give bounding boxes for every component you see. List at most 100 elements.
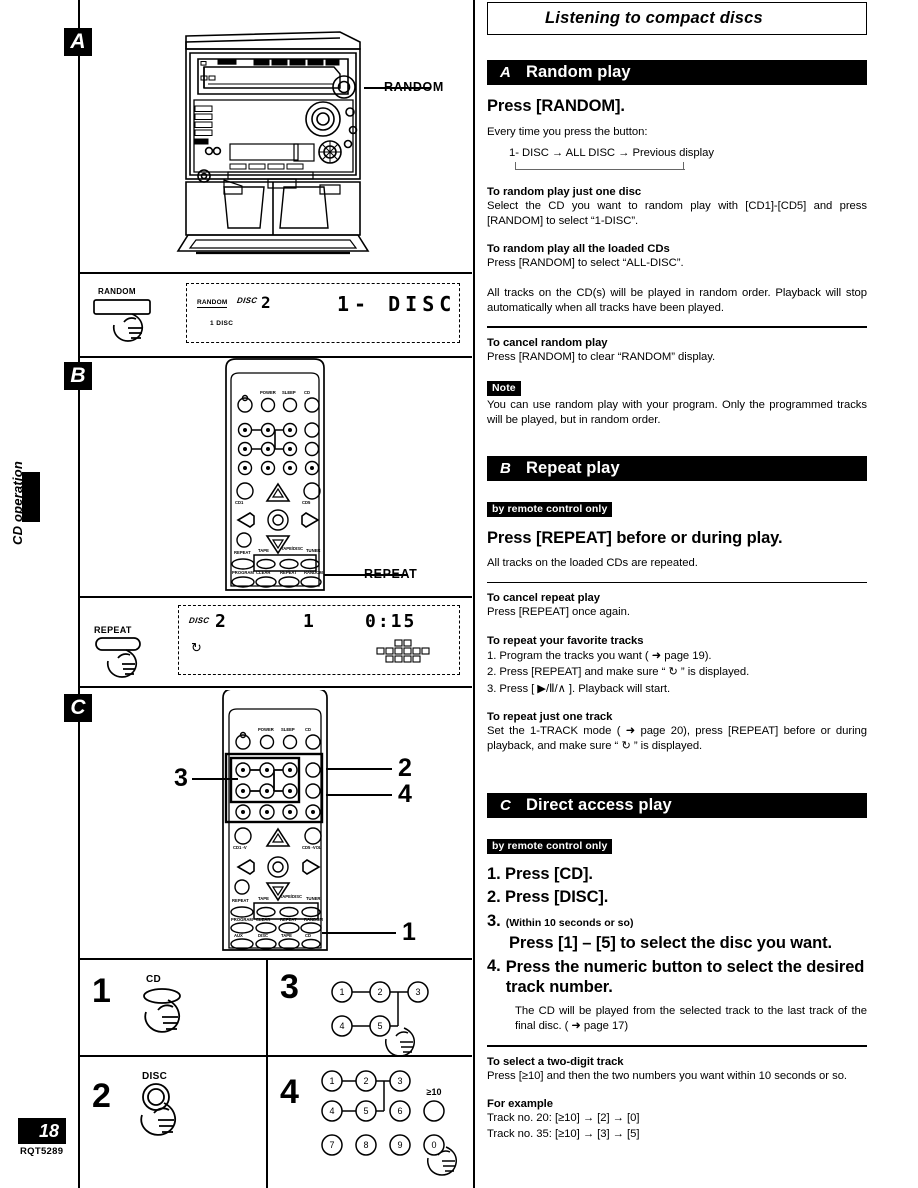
svg-text:POWER: POWER [260, 390, 276, 395]
figure-c-letter: C [64, 694, 92, 722]
step-1-press-icon [143, 988, 181, 1033]
direct-step-3-number: 3. [487, 912, 501, 930]
figure-c-marker-4: 4 [398, 780, 412, 808]
svg-text:SLEEP: SLEEP [282, 390, 296, 395]
direct-remote-only-tag: by remote control only [487, 838, 613, 854]
chapter-title-box: Listening to compact discs [487, 2, 867, 35]
section-header-random: A Random play [487, 60, 867, 85]
figure-c-leader-4 [326, 794, 392, 796]
svg-text:1: 1 [339, 987, 344, 997]
svg-text:TAPE/DISC: TAPE/DISC [281, 546, 303, 551]
figure-b-display: REPEAT DISC 2 ↻ 1 0:15 [78, 600, 472, 684]
repeat-sub2-line3: 3. Press [ ▶/Ⅱ/∧ ]. Playback will start. [487, 682, 671, 695]
svg-text:POWER: POWER [258, 727, 274, 732]
stereo-system-illustration [176, 31, 370, 255]
svg-text:RANDOM: RANDOM [304, 917, 323, 922]
section-c-letter: C [500, 797, 511, 814]
svg-text:≥10: ≥10 [427, 1087, 442, 1097]
step-1-number: 1 [92, 972, 111, 1010]
step-4-number: 4 [280, 1073, 299, 1111]
repeat-body: All tracks on the loaded CDs are repeate… [487, 557, 698, 569]
direct-step-3-text: Press [1] – [5] to select the disc you w… [509, 934, 832, 952]
step-3-keypad-icon: 1 2 3 4 5 [331, 981, 429, 1057]
repeat-heading: Press [REPEAT] before or during play. [487, 529, 783, 547]
svg-text:5: 5 [363, 1106, 368, 1116]
step-1-button-label: CD [146, 974, 162, 985]
step-2-button-label: DISC [142, 1071, 168, 1082]
step-4-keypad-icon: 1 2 3 4 5 6 7 8 9 0 ≥10 [321, 1070, 457, 1176]
section-b-letter: B [500, 460, 511, 477]
figure-c-leader-1 [322, 932, 396, 934]
direct-step-3-note: (Within 10 seconds or so) [505, 917, 634, 929]
svg-text:RANDOM: RANDOM [304, 570, 323, 575]
random-sub3-body: Press [RANDOM] to clear “RANDOM” display… [487, 350, 716, 363]
svg-text:CD5: CD5 [302, 500, 311, 505]
display-b-disc-label: DISC [188, 616, 210, 625]
figure-c-marker-1: 1 [402, 918, 416, 946]
repeat-remote-only-tag: by remote control only [487, 501, 613, 517]
display-b-track: 1 [303, 611, 314, 632]
figure-a-letter: A [64, 28, 92, 56]
svg-text:3: 3 [415, 987, 420, 997]
svg-text:PROGRAM: PROGRAM [232, 570, 254, 575]
svg-text:TUNER: TUNER [306, 548, 320, 553]
section-header-repeat: B Repeat play [487, 456, 867, 481]
repeat-button-label: REPEAT [94, 625, 132, 635]
svg-text:6: 6 [397, 1106, 402, 1116]
step-grid-mid-rail [266, 960, 269, 1188]
figure-b-callout-repeat: REPEAT [364, 567, 418, 581]
svg-text:CD: CD [305, 933, 311, 938]
svg-text:SLEEP: SLEEP [281, 727, 295, 732]
direct-step-4-number: 4. [487, 957, 501, 975]
direct-step-4-text: Press the numeric button to select the d… [505, 958, 865, 996]
direct-sub1-heading: To select a two-digit track [487, 1055, 624, 1068]
random-button-label: RANDOM [98, 287, 136, 296]
svg-text:7: 7 [329, 1140, 334, 1150]
svg-text:CD1: CD1 [235, 500, 244, 505]
display-level-meter-icon [376, 639, 430, 663]
svg-text:3: 3 [397, 1076, 402, 1086]
repeat-sub3-heading: To repeat just one track [487, 711, 613, 724]
step-panel-1: 1 CD [78, 960, 266, 1055]
svg-text:CLEAR: CLEAR [256, 917, 270, 922]
repeat-sub3-body: Set the 1-TRACK mode ( ➜ page 20), press… [487, 725, 867, 752]
section-a-name: Random play [526, 63, 631, 81]
display-disc-number: 2 [261, 293, 271, 312]
figure-c-leader-3 [192, 778, 238, 780]
page-number-badge: 18 [18, 1118, 66, 1144]
direct-sub2-heading: For example [487, 1098, 554, 1111]
figure-c-marker-2: 2 [398, 754, 412, 782]
repeat-sub2-line1: 1. Program the tracks you want ( ➜ page … [487, 649, 712, 662]
section-b-name: Repeat play [526, 459, 620, 477]
random-heading: Press [RANDOM]. [487, 97, 625, 115]
figure-c: C POWER SLEEP CD CD1 -V CD5 -VOL REPEAT … [64, 690, 472, 958]
step-panel-3: 3 1 2 3 4 5 [270, 960, 472, 1057]
random-button-press-icon [93, 299, 151, 342]
section-c-name: Direct access play [526, 796, 672, 814]
svg-text:4: 4 [339, 1021, 344, 1031]
display-random-indicator: RANDOM [197, 299, 228, 308]
svg-text:REPEAT: REPEAT [234, 550, 251, 555]
direct-step-4-body: The CD will be played from the selected … [515, 1005, 867, 1032]
random-sub3-heading: To cancel random play [487, 336, 608, 349]
step-panel-4: 4 123 456 789 0 ≥10 [270, 1057, 472, 1177]
svg-text:4: 4 [329, 1106, 334, 1116]
figure-a-display: RANDOM RANDOM DISC 2 1 DISC 1- DISC [78, 274, 472, 356]
step-2-press-icon [140, 1083, 177, 1136]
svg-text:TAPE: TAPE [258, 548, 269, 553]
figure-b-display-window: DISC 2 ↻ 1 0:15 [178, 605, 460, 675]
repeat-symbol-icon: ↻ [191, 640, 202, 655]
manual-page: CD operation 18 RQT5289 A RANDOM RANDOM … [0, 0, 918, 1188]
direct-example-line1: Track no. 20: [≥10] → [2] → [0] [487, 1112, 640, 1125]
display-b-disc-number: 2 [215, 611, 226, 632]
svg-text:0: 0 [431, 1140, 436, 1150]
direct-step-1: 1. Press [CD]. [487, 865, 593, 883]
svg-text:AUX: AUX [234, 933, 243, 938]
document-code: RQT5289 [20, 1146, 64, 1157]
svg-text:2: 2 [363, 1076, 368, 1086]
figure-c-marker-3: 3 [174, 764, 188, 792]
section-a-letter: A [500, 64, 511, 81]
svg-text:5: 5 [377, 1021, 382, 1031]
figure-a-callout-random: RANDOM [384, 80, 444, 94]
step-3-number: 3 [280, 968, 299, 1006]
